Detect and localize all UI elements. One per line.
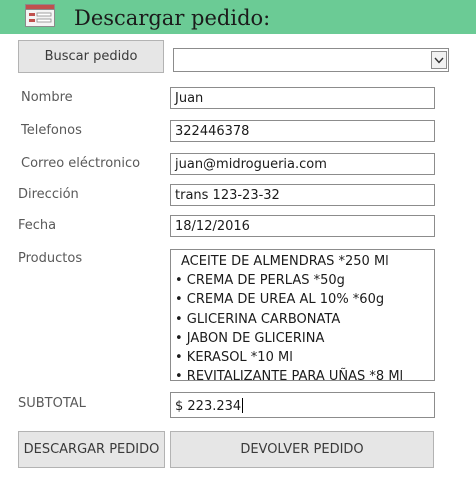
- search-order-button[interactable]: Buscar pedido: [18, 40, 164, 73]
- address-label: Dirección: [18, 187, 79, 202]
- date-label: Fecha: [18, 218, 57, 233]
- products-label: Productos: [18, 251, 83, 266]
- list-item: • JABON DE GLICERINA: [175, 330, 325, 346]
- phone-field[interactable]: 322446378: [170, 120, 435, 142]
- subtotal-value: $ 223.234: [175, 399, 242, 414]
- title-bar: Descargar pedido:: [0, 0, 476, 34]
- dropdown-button[interactable]: [431, 51, 447, 69]
- email-label: Correo eléctronico: [21, 156, 141, 171]
- order-combo-box[interactable]: [173, 48, 449, 72]
- list-item: • CREMA DE PERLAS *50g: [175, 273, 345, 289]
- products-list[interactable]: ACEITE DE ALMENDRAS *250 Ml • CREMA DE P…: [170, 249, 435, 384]
- subtotal-label: SUBTOTAL: [18, 396, 86, 411]
- email-field[interactable]: juan@midrogueria.com: [170, 153, 435, 175]
- subtotal-field[interactable]: $ 223.234: [170, 392, 435, 418]
- download-order-button[interactable]: DESCARGAR PEDIDO: [18, 431, 165, 468]
- page-title: Descargar pedido:: [74, 6, 271, 30]
- list-item: • REVITALIZANTE PARA UÑAS *8 Ml: [175, 369, 404, 385]
- date-field[interactable]: 18/12/2016: [170, 215, 435, 237]
- name-field[interactable]: Juan: [170, 87, 435, 109]
- chevron-down-icon: [434, 57, 444, 64]
- name-label: Nombre: [21, 90, 73, 105]
- return-order-button[interactable]: DEVOLVER PEDIDO: [170, 431, 434, 468]
- form-icon: [25, 4, 55, 27]
- address-field[interactable]: trans 123-23-32: [170, 184, 435, 206]
- list-item: ACEITE DE ALMENDRAS *250 Ml: [181, 254, 389, 269]
- text-cursor: [242, 398, 244, 413]
- list-item: • KERASOL *10 Ml: [175, 350, 293, 366]
- phone-label: Telefonos: [21, 123, 82, 138]
- list-item: • CREMA DE UREA AL 10% *60g: [175, 292, 385, 308]
- list-item: • GLICERINA CARBONATA: [175, 311, 341, 327]
